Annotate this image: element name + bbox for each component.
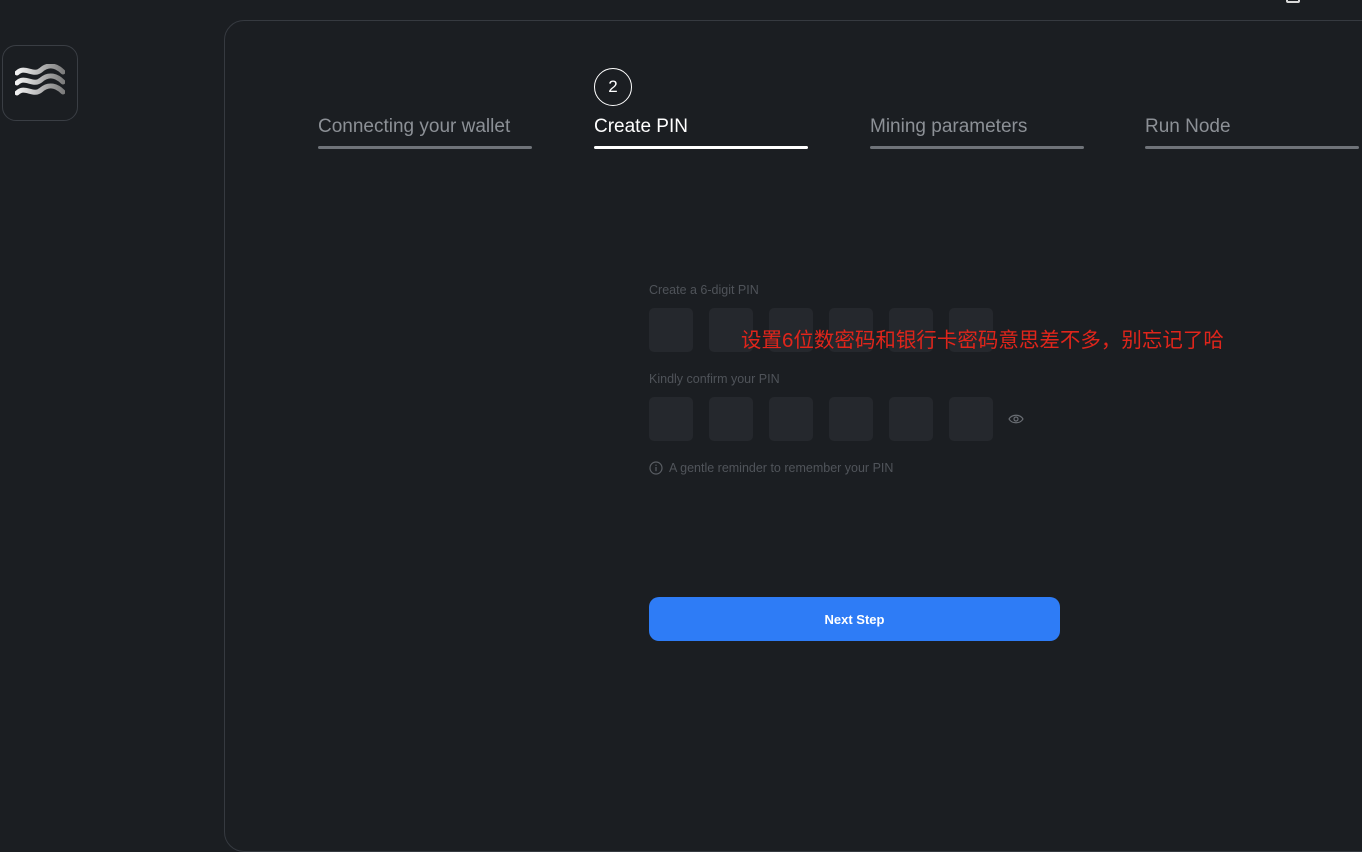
next-step-button[interactable]: Next Step	[649, 597, 1060, 641]
confirm-pin-inputs	[649, 397, 993, 441]
window-icon[interactable]	[1286, 0, 1300, 3]
toggle-pin-visibility-button[interactable]	[1008, 411, 1024, 427]
create-pin-digit-1[interactable]	[649, 308, 693, 352]
step-label: Mining parameters	[870, 116, 1028, 137]
confirm-pin-digit-2[interactable]	[709, 397, 753, 441]
pin-reminder: A gentle reminder to remember your PIN	[649, 461, 893, 475]
annotation-note: 设置6位数密码和银行卡密码意思差不多，别忘记了哈	[741, 329, 1224, 352]
eye-icon	[1008, 414, 1024, 424]
wave-logo-icon	[15, 64, 65, 96]
confirm-pin-digit-3[interactable]	[769, 397, 813, 441]
confirm-pin-digit-6[interactable]	[949, 397, 993, 441]
confirm-pin-digit-1[interactable]	[649, 397, 693, 441]
step-progress-line	[870, 146, 1084, 149]
step-progress-line	[318, 146, 532, 149]
confirm-pin-label: Kindly confirm your PIN	[649, 372, 780, 386]
step-progress-line	[1145, 146, 1359, 149]
step-progress-line	[594, 146, 808, 149]
step-label: Create PIN	[594, 116, 688, 137]
create-pin-label: Create a 6-digit PIN	[649, 283, 759, 297]
app-logo[interactable]	[2, 45, 78, 121]
step-label: Connecting your wallet	[318, 116, 511, 137]
reminder-text: A gentle reminder to remember your PIN	[669, 461, 894, 475]
step-label: Run Node	[1145, 116, 1231, 137]
info-icon	[649, 461, 663, 475]
step-number-badge: 2	[594, 68, 632, 106]
confirm-pin-digit-4[interactable]	[829, 397, 873, 441]
confirm-pin-digit-5[interactable]	[889, 397, 933, 441]
